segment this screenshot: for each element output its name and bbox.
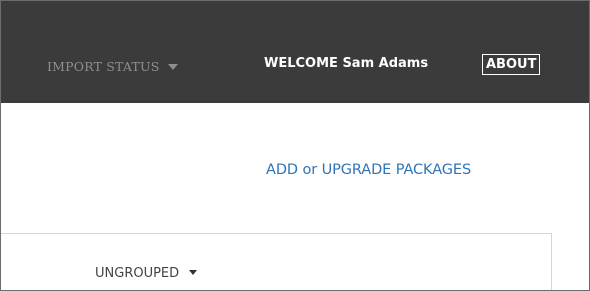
top-navigation-bar: IMPORT STATUS WELCOME Sam Adams ABOUT [1, 1, 589, 103]
app-window: IMPORT STATUS WELCOME Sam Adams ABOUT AD… [0, 0, 590, 291]
welcome-user-text: WELCOME Sam Adams [264, 56, 429, 71]
caret-down-icon [167, 64, 178, 70]
grouping-label: UNGROUPED [95, 266, 180, 281]
import-status-label: IMPORT STATUS [47, 59, 160, 74]
about-button[interactable]: ABOUT [482, 54, 541, 75]
caret-down-icon [189, 270, 198, 275]
add-upgrade-packages-link[interactable]: ADD or UPGRADE PACKAGES [266, 162, 471, 178]
packages-panel [1, 233, 552, 290]
import-status-dropdown[interactable]: IMPORT STATUS [47, 59, 178, 74]
grouping-dropdown[interactable]: UNGROUPED [95, 266, 198, 281]
